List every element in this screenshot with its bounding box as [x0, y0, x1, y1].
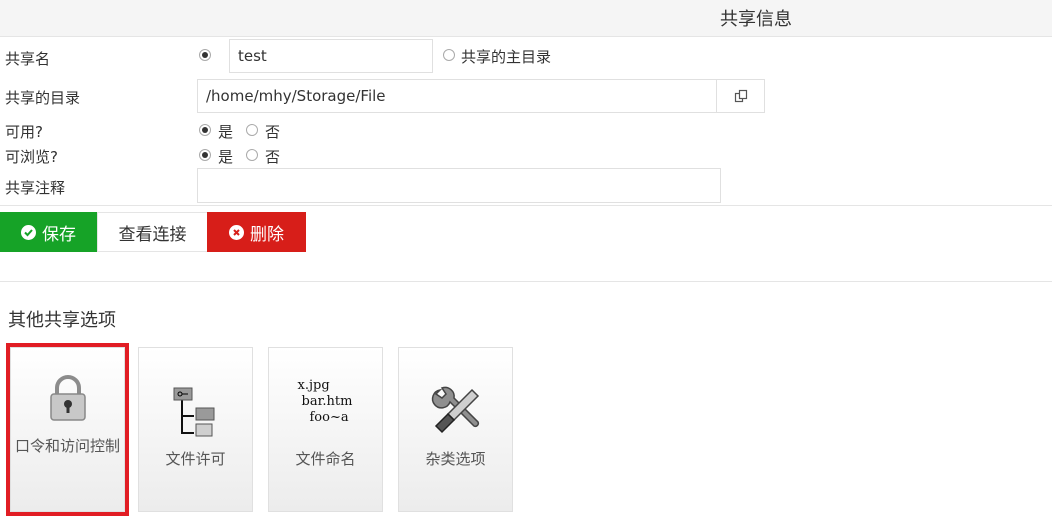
divider [0, 205, 1052, 206]
available-yes-radio[interactable] [199, 124, 211, 136]
page-header: 共享信息 [0, 0, 1052, 37]
browseable-no-radio[interactable] [246, 149, 258, 161]
save-label: 保存 [42, 224, 76, 245]
available-no-radio[interactable] [246, 124, 258, 136]
access-control-label: 口令和访问控制 [15, 437, 121, 455]
file-naming-icon-line-3: foo~a [309, 410, 349, 425]
directory-label: 共享的目录 [5, 89, 81, 107]
directory-input[interactable]: /home/mhy/Storage/File [197, 79, 717, 113]
page-title: 共享信息 [720, 9, 792, 30]
available-label: 可用? [5, 123, 43, 141]
comment-label: 共享注释 [5, 179, 66, 197]
file-naming-card[interactable]: x.jpg bar.htm foo~a 文件命名 [268, 347, 383, 512]
browseable-no-label: 否 [265, 148, 281, 166]
delete-label: 删除 [250, 224, 284, 245]
view-connections-button[interactable]: 查看连接 [97, 212, 208, 252]
share-name-input[interactable]: test [229, 39, 433, 73]
share-name-label: 共享名 [5, 50, 51, 68]
other-options-title: 其他共享选项 [8, 310, 116, 331]
lock-icon [49, 375, 86, 421]
view-connections-label: 查看连接 [118, 224, 187, 245]
browseable-yes-radio[interactable] [199, 149, 211, 161]
file-permissions-card[interactable]: 文件许可 [138, 347, 253, 512]
home-dir-label: 共享的主目录 [461, 48, 552, 66]
file-permissions-icon [173, 387, 214, 437]
misc-options-card[interactable]: 杂类选项 [398, 347, 513, 512]
delete-button[interactable]: 删除 [207, 212, 306, 252]
comment-input[interactable] [197, 168, 721, 203]
browseable-yes-label: 是 [218, 148, 234, 166]
available-no-label: 否 [265, 123, 281, 141]
file-chooser-button[interactable] [716, 79, 765, 113]
file-permissions-label: 文件许可 [165, 450, 226, 468]
browseable-label: 可浏览? [5, 148, 58, 166]
home-dir-radio[interactable] [443, 49, 455, 61]
file-naming-icon-line-1: x.jpg [297, 378, 330, 393]
file-naming-label: 文件命名 [295, 450, 356, 468]
access-control-card[interactable]: 口令和访问控制 [6, 343, 129, 516]
check-icon [21, 224, 36, 240]
share-name-radio[interactable] [199, 49, 211, 61]
divider [0, 281, 1052, 282]
misc-options-label: 杂类选项 [425, 450, 486, 468]
available-yes-label: 是 [218, 123, 234, 141]
save-button[interactable]: 保存 [0, 212, 97, 252]
tools-icon [431, 386, 479, 434]
file-naming-icon: x.jpg bar.htm foo~a [296, 378, 356, 426]
file-naming-icon-line-2: bar.htm [301, 394, 353, 409]
close-icon [229, 224, 244, 240]
copy-icon [734, 89, 747, 103]
